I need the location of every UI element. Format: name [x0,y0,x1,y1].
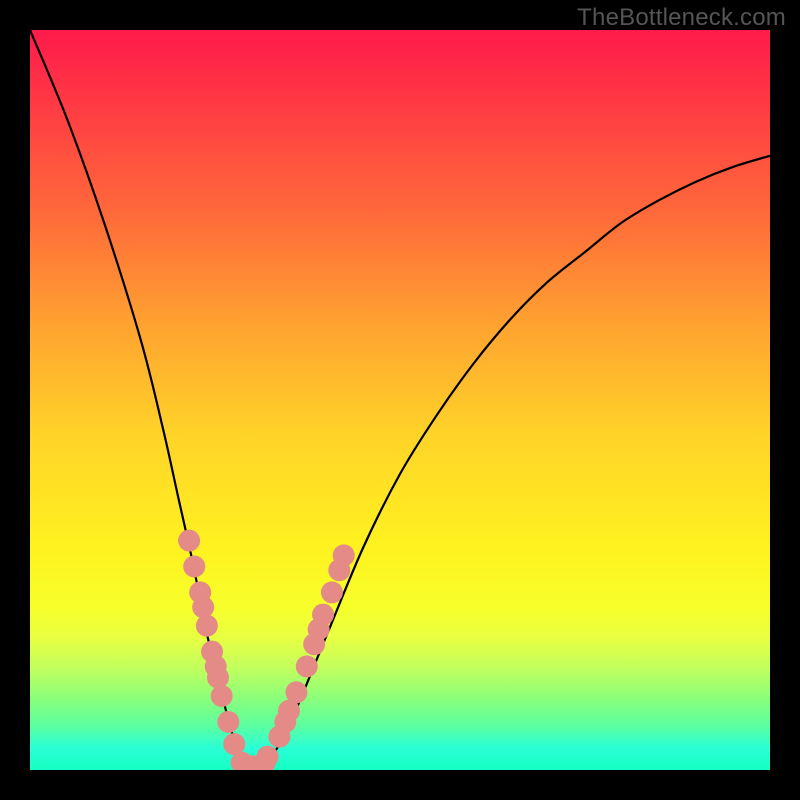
data-marker [333,544,355,566]
data-marker [178,530,200,552]
plot-area [30,30,770,770]
chart-frame: TheBottleneck.com [0,0,800,800]
watermark-label: TheBottleneck.com [577,4,786,32]
data-marker [211,685,233,707]
data-marker [183,556,205,578]
bottleneck-chart [30,30,770,770]
data-markers [178,530,355,770]
data-marker [257,746,279,768]
data-marker [285,681,307,703]
data-marker [217,711,239,733]
data-marker [296,655,318,677]
bottleneck-curve [30,30,770,770]
data-marker [312,604,334,626]
data-marker [192,596,214,618]
data-marker [207,667,229,689]
data-marker [196,615,218,637]
data-marker [321,581,343,603]
